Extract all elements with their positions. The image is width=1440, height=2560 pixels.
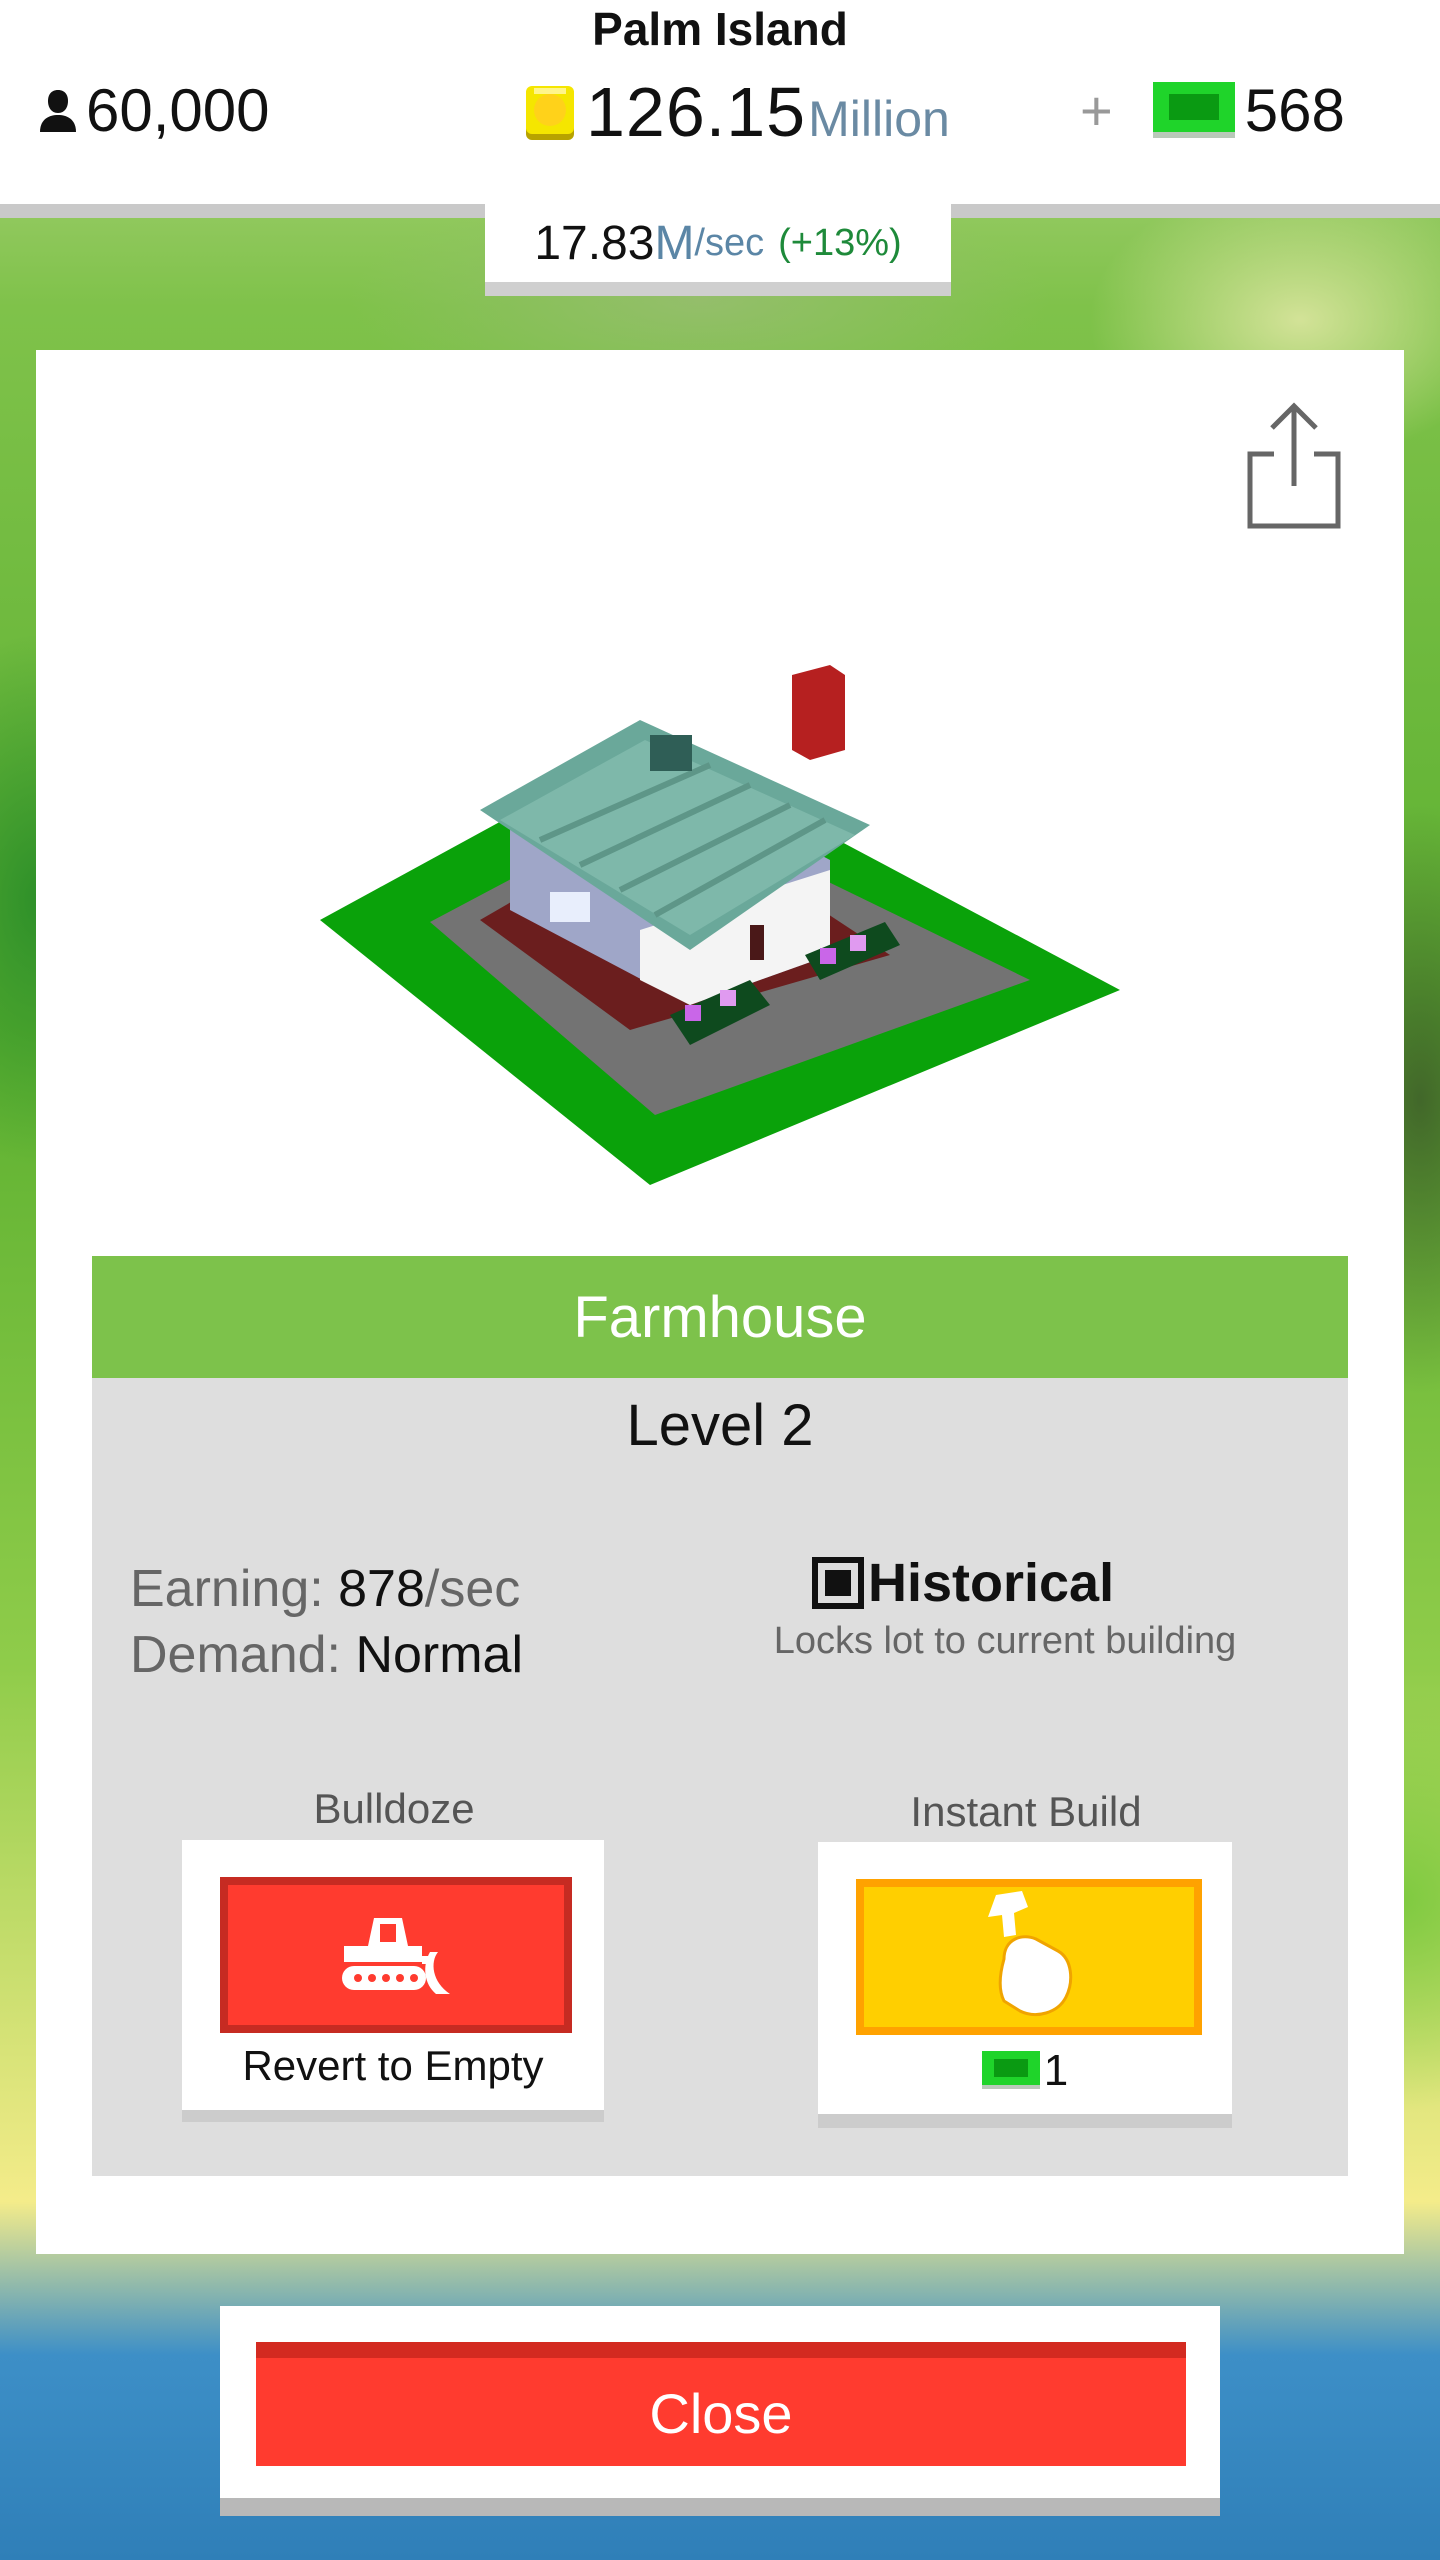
income-unit: M xyxy=(654,216,695,270)
demand-label: Demand: xyxy=(130,1626,341,1684)
person-icon xyxy=(40,90,76,132)
instant-build-title: Instant Build xyxy=(910,1788,1142,1835)
close-label: Close xyxy=(649,2381,793,2445)
historical-toggle[interactable]: Historical xyxy=(812,1552,1114,1614)
building-stats: Earning: 878/sec Demand: Normal xyxy=(130,1556,523,1688)
earning-value: 878 xyxy=(338,1560,425,1618)
historical-description: Locks lot to current building xyxy=(773,1620,1237,1662)
bux-display[interactable]: + 568 xyxy=(1080,70,1345,150)
income-rate-tab: 17.83 M /sec (+13%) xyxy=(485,204,951,282)
building-name: Farmhouse xyxy=(573,1284,867,1350)
bux-icon xyxy=(1152,82,1235,138)
building-name-bar: Farmhouse xyxy=(92,1256,1348,1378)
instant-build-button[interactable] xyxy=(856,1879,1202,2035)
income-value: 17.83 xyxy=(534,216,655,270)
bulldoze-label: Revert to Empty xyxy=(242,2042,544,2089)
bulldoze-card-shadow xyxy=(182,2110,604,2122)
coins-display: 126.15 Million xyxy=(522,72,950,152)
demand-row: Demand: Normal xyxy=(130,1622,523,1688)
earning-row: Earning: 878/sec xyxy=(130,1556,523,1622)
hammer-hand-icon xyxy=(988,1891,1073,2016)
income-bonus: (+13%) xyxy=(778,221,902,264)
instant-build-card-shadow xyxy=(818,2114,1232,2128)
bulldoze-button[interactable] xyxy=(220,1877,572,2033)
share-icon[interactable] xyxy=(1244,400,1344,530)
population-value: 60,000 xyxy=(86,76,270,144)
bux-value: 568 xyxy=(1244,76,1345,144)
coins-unit: Million xyxy=(808,91,950,147)
city-name: Palm Island xyxy=(592,3,848,55)
population-display: 60,000 xyxy=(36,72,270,148)
building-level: Level 2 xyxy=(626,1393,814,1458)
bulldozer-icon xyxy=(342,1918,450,1994)
close-card-shadow xyxy=(220,2498,1220,2516)
earning-per: /sec xyxy=(424,1560,521,1618)
instant-build-cost-value: 1 xyxy=(1043,2046,1069,2095)
earning-label: Earning: xyxy=(130,1560,324,1618)
checkbox-checked-icon[interactable] xyxy=(812,1557,864,1609)
income-rate-tab-shadow xyxy=(485,282,951,296)
close-button[interactable]: Close xyxy=(256,2342,1186,2466)
bulldoze-title: Bulldoze xyxy=(313,1785,475,1832)
income-per: /sec xyxy=(694,221,765,264)
historical-label: Historical xyxy=(868,1553,1115,1613)
coin-icon xyxy=(526,86,574,140)
demand-value: Normal xyxy=(355,1626,524,1684)
add-bux-button[interactable]: + xyxy=(1080,78,1113,143)
farmhouse-model xyxy=(320,665,1120,1185)
coins-value: 126.15 xyxy=(586,73,807,151)
bux-icon xyxy=(981,2051,1040,2089)
instant-build-cost: 1 xyxy=(818,2046,1232,2096)
